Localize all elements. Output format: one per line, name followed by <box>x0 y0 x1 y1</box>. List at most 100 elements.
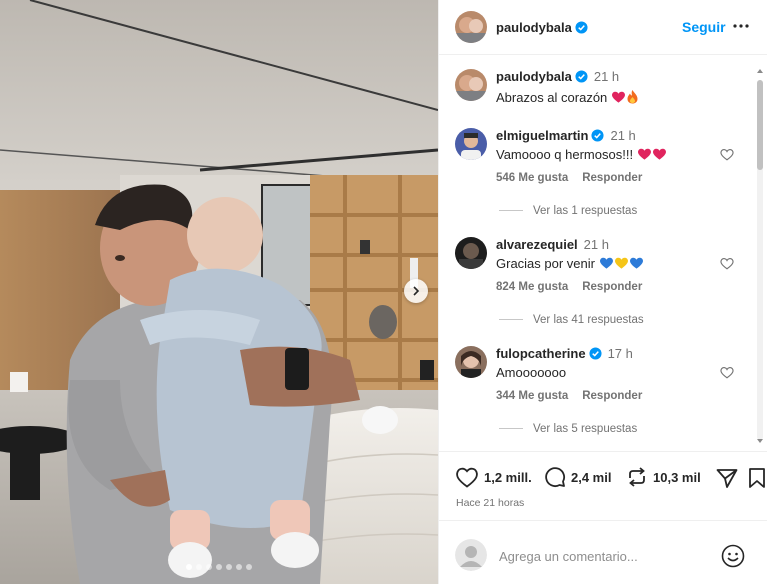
caption-text: Abrazos al corazón <box>496 90 608 105</box>
verified-badge-icon <box>575 21 588 34</box>
reposts-count[interactable]: 10,3 mil <box>653 470 701 485</box>
red-heart-emoji-icon <box>637 148 651 160</box>
reply-button[interactable]: Responder <box>582 172 642 184</box>
comment-username[interactable]: alvarezequiel <box>496 237 578 252</box>
comment-bubble-icon <box>545 467 566 488</box>
commenter-avatar[interactable] <box>455 237 487 269</box>
comment-item: fulopcatherine 17 h Amooooooo 344 Me gust… <box>439 346 754 446</box>
red-heart-emoji-icon <box>652 148 666 160</box>
red-heart-emoji-icon <box>611 91 625 103</box>
replies-divider <box>499 428 523 430</box>
current-user-avatar <box>455 539 487 571</box>
comment-time[interactable]: 17 h <box>608 346 633 361</box>
comment-meta: 824 Me gusta Responder <box>496 281 642 293</box>
comment-time[interactable]: 21 h <box>584 237 609 252</box>
author-avatar[interactable] <box>455 69 487 101</box>
repost-button[interactable]: 10,3 mil <box>626 466 701 488</box>
replies-divider <box>499 319 523 321</box>
comment-likes[interactable]: 344 Me gusta <box>496 390 568 402</box>
view-replies-link[interactable]: Ver las 5 respuestas <box>499 423 637 435</box>
comment-item: elmiguelmartin 21 h Vamoooo q hermosos!!!… <box>439 128 754 228</box>
comment-likes[interactable]: 546 Me gusta <box>496 172 568 184</box>
author-avatar[interactable] <box>455 11 487 43</box>
emoji-picker-icon[interactable] <box>721 544 745 568</box>
scrollbar-thumb[interactable] <box>757 80 763 170</box>
comments-list: paulodybala 21 h Abrazos al corazón elmig… <box>439 56 767 451</box>
share-button[interactable] <box>716 468 738 488</box>
comment-username[interactable]: fulopcatherine <box>496 346 586 361</box>
caption-username[interactable]: paulodybala <box>496 69 572 84</box>
post-action-bar: 1,2 mill. 2,4 mil 10,3 mil Hace 21 horas <box>439 451 767 519</box>
commenter-avatar[interactable] <box>455 128 487 160</box>
view-replies-link[interactable]: Ver las 41 respuestas <box>499 314 644 326</box>
comment-likes[interactable]: 824 Me gusta <box>496 281 568 293</box>
reply-button[interactable]: Responder <box>582 281 642 293</box>
author-username[interactable]: paulodybala <box>496 20 572 35</box>
yellow-heart-emoji-icon <box>614 257 628 269</box>
like-comment-heart-icon[interactable] <box>720 257 734 270</box>
caption-time[interactable]: 21 h <box>594 69 619 84</box>
comment-text: Gracias por venir <box>496 256 595 271</box>
author-name-row: paulodybala <box>496 19 588 37</box>
carousel-dot <box>206 564 212 570</box>
carousel-dot <box>236 564 242 570</box>
comment-time[interactable]: 21 h <box>610 128 635 143</box>
follow-button[interactable]: Seguir <box>682 19 726 35</box>
like-comment-heart-icon[interactable] <box>720 148 734 161</box>
comment-header: fulopcatherine 17 h <box>496 346 633 361</box>
caption-header: paulodybala 21 h <box>496 69 619 84</box>
view-replies-label[interactable]: Ver las 1 respuestas <box>533 205 637 217</box>
scroll-down-arrow-icon[interactable] <box>756 438 764 444</box>
reply-button[interactable]: Responder <box>582 390 642 402</box>
comments-scrollbar[interactable] <box>756 69 764 446</box>
more-options-button[interactable] <box>732 17 750 35</box>
caption: paulodybala 21 h Abrazos al corazón <box>439 69 754 109</box>
carousel-next-button[interactable] <box>404 279 428 303</box>
carousel-dot <box>186 564 192 570</box>
add-comment-input[interactable] <box>499 546 709 566</box>
view-replies-link[interactable]: Ver las 1 respuestas <box>499 205 637 217</box>
carousel-indicator <box>0 564 438 570</box>
more-horizontal-icon <box>733 24 749 28</box>
commenter-avatar[interactable] <box>455 346 487 378</box>
post-timestamp[interactable]: Hace 21 horas <box>456 497 524 509</box>
bookmark-icon <box>749 468 765 488</box>
caption-text-row: Abrazos al corazón <box>496 89 639 105</box>
send-paper-plane-icon <box>716 469 738 488</box>
verified-badge-icon <box>589 347 602 360</box>
carousel-dot <box>226 564 232 570</box>
comment-text: Amooooooo <box>496 365 567 380</box>
like-comment-heart-icon[interactable] <box>720 366 734 379</box>
comment-item: alvarezequiel 21 h Gracias por venir 824 … <box>439 237 754 337</box>
comment-text-row: Vamoooo q hermosos!!! <box>496 147 667 162</box>
fire-emoji-icon <box>627 90 638 104</box>
heart-icon <box>456 467 478 488</box>
comments-count[interactable]: 2,4 mil <box>571 470 611 485</box>
view-replies-label[interactable]: Ver las 5 respuestas <box>533 423 637 435</box>
blue-heart-emoji-icon <box>629 257 643 269</box>
comment-button[interactable]: 2,4 mil <box>544 466 611 488</box>
comment-text-row: Gracias por venir <box>496 256 644 271</box>
add-comment-bar <box>439 520 767 584</box>
chevron-right-icon <box>413 286 420 296</box>
verified-badge-icon <box>591 129 605 142</box>
likes-count[interactable]: 1,2 mill. <box>484 470 532 485</box>
comment-meta: 344 Me gusta Responder <box>496 390 642 402</box>
comment-text: Vamoooo q hermosos!!! <box>496 147 634 162</box>
carousel-dot <box>246 564 252 570</box>
comment-header: alvarezequiel 21 h <box>496 237 609 252</box>
like-button[interactable]: 1,2 mill. <box>455 466 532 488</box>
post-header: paulodybala Seguir <box>439 0 767 55</box>
comment-header: elmiguelmartin 21 h <box>496 128 636 143</box>
post-side-panel: paulodybala Seguir paulodybala 21 h Abra… <box>438 0 767 584</box>
blue-heart-emoji-icon <box>599 257 613 269</box>
carousel-dot <box>216 564 222 570</box>
replies-divider <box>499 210 523 212</box>
save-button[interactable] <box>748 467 766 489</box>
post-photo <box>0 0 438 584</box>
scroll-up-arrow-icon[interactable] <box>756 68 764 74</box>
carousel-dot <box>196 564 202 570</box>
comment-username[interactable]: elmiguelmartin <box>496 128 588 143</box>
verified-badge-icon <box>575 70 588 83</box>
view-replies-label[interactable]: Ver las 41 respuestas <box>533 314 644 326</box>
